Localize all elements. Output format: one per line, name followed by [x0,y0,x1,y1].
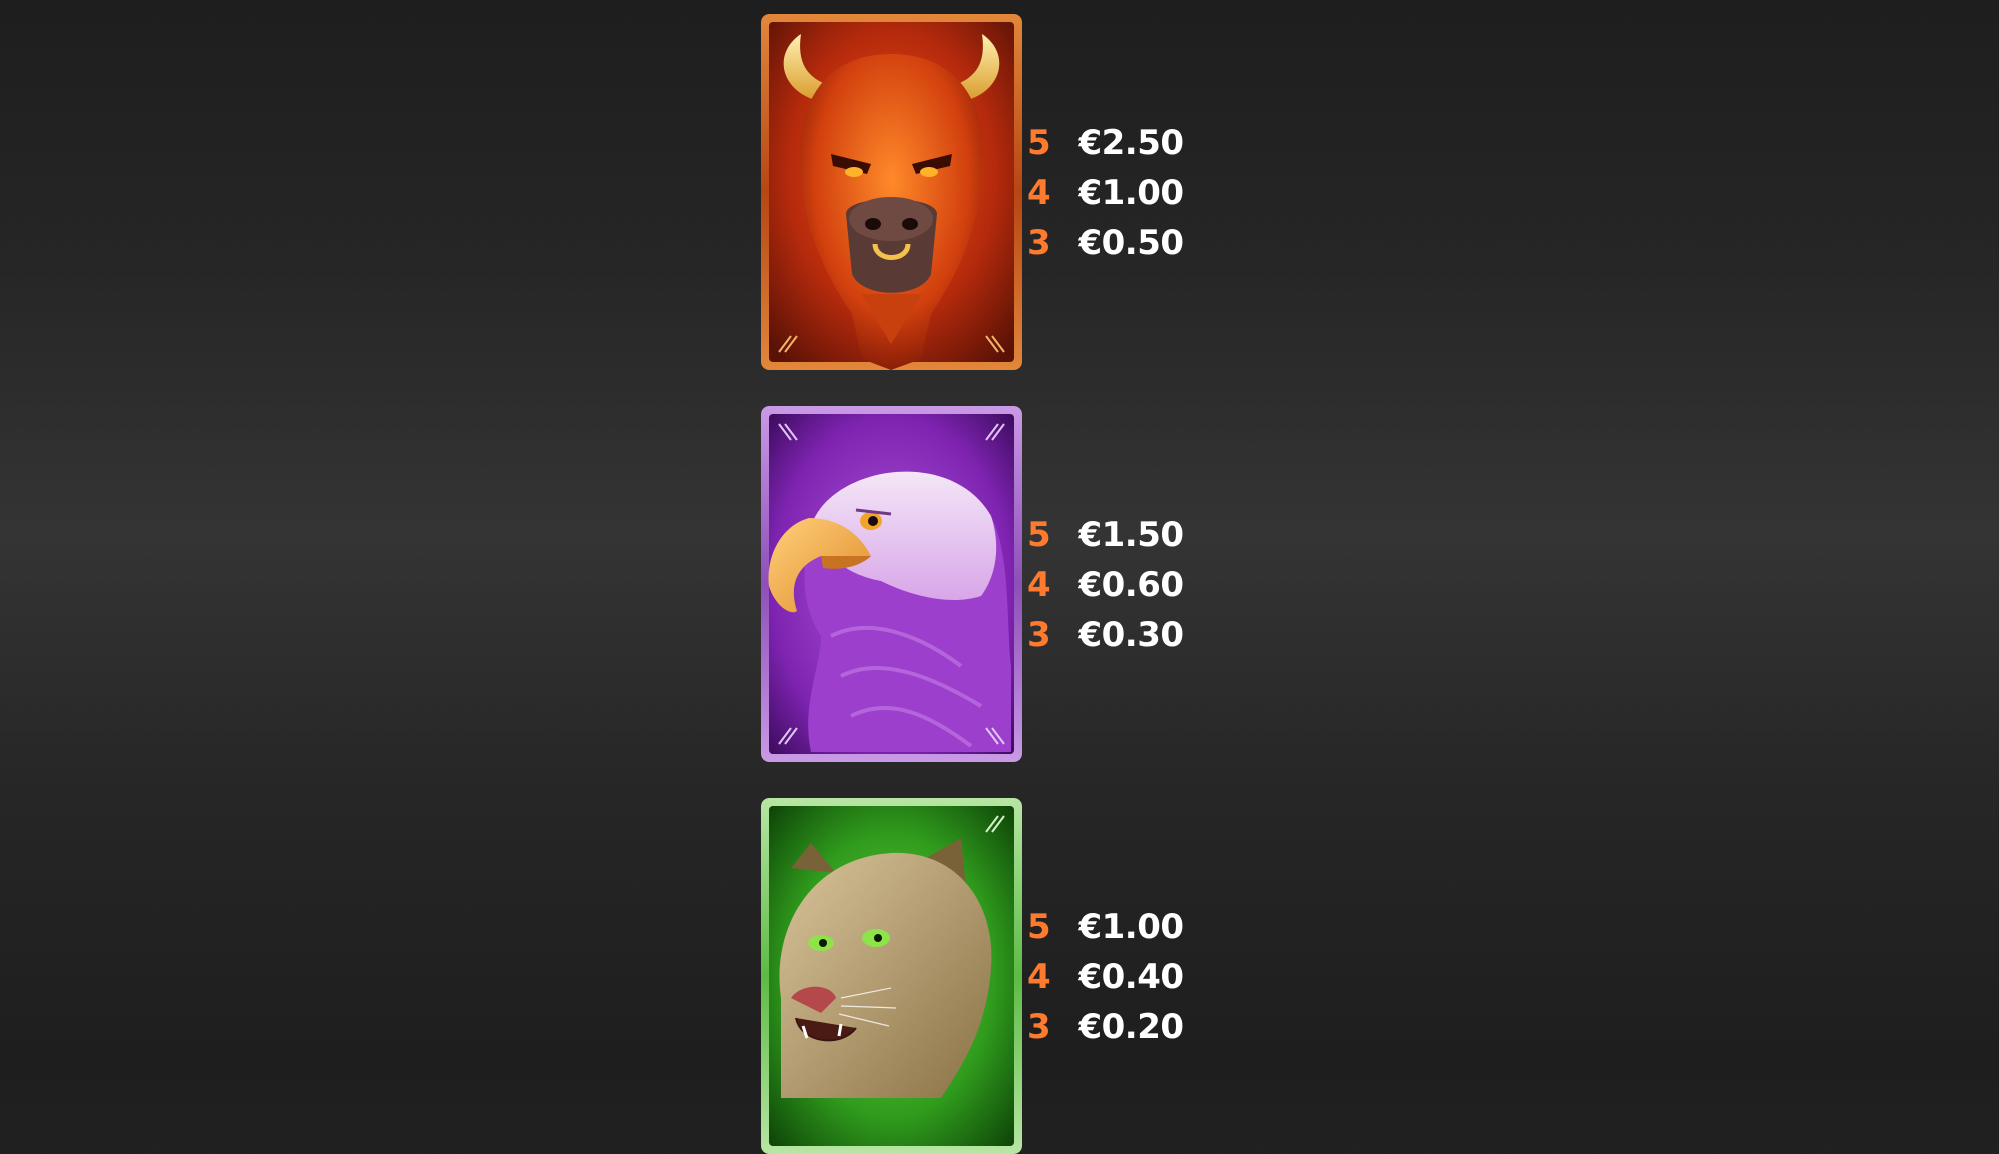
bison-icon [761,14,1022,370]
payout-line: 3 €0.20 [1027,1002,1197,1052]
cougar-icon [761,798,1022,1154]
payout-value: €0.60 [1078,565,1184,605]
payout-line: 3 €0.30 [1027,610,1197,660]
payout-value: €0.30 [1078,615,1184,655]
payout-value: €0.50 [1078,223,1184,263]
payout-value: €1.00 [1078,907,1184,947]
payout-line: 5 €2.50 [1027,118,1197,168]
symbol-row-bison: 5 €2.50 4 €1.00 3 €0.50 [761,14,1201,370]
match-count: 5 [1027,515,1051,555]
payout-line: 4 €1.00 [1027,168,1197,218]
payout-line: 4 €0.40 [1027,952,1197,1002]
payout-line: 4 €0.60 [1027,560,1197,610]
eagle-icon [761,406,1022,762]
match-count: 5 [1027,123,1051,163]
payout-value: €2.50 [1078,123,1184,163]
match-count: 4 [1027,173,1051,213]
payout-value: €1.00 [1078,173,1184,213]
match-count: 5 [1027,907,1051,947]
match-count: 4 [1027,565,1051,605]
match-count: 3 [1027,615,1051,655]
payout-line: 5 €1.50 [1027,510,1197,560]
match-count: 4 [1027,957,1051,997]
match-count: 3 [1027,223,1051,263]
payout-line: 3 €0.50 [1027,218,1197,268]
match-count: 3 [1027,1007,1051,1047]
symbol-row-eagle: 5 €1.50 4 €0.60 3 €0.30 [761,406,1201,762]
payout-value: €0.20 [1078,1007,1184,1047]
symbol-row-cougar: 5 €1.00 4 €0.40 3 €0.20 [761,798,1201,1154]
payout-value: €1.50 [1078,515,1184,555]
eagle-symbol-card [761,406,1022,762]
cougar-symbol-card [761,798,1022,1154]
payout-value: €0.40 [1078,957,1184,997]
bison-symbol-card [761,14,1022,370]
paytable: 5 €2.50 4 €1.00 3 €0.50 5 €1.50 4 €0.60 … [0,0,1999,1154]
payout-line: 5 €1.00 [1027,902,1197,952]
